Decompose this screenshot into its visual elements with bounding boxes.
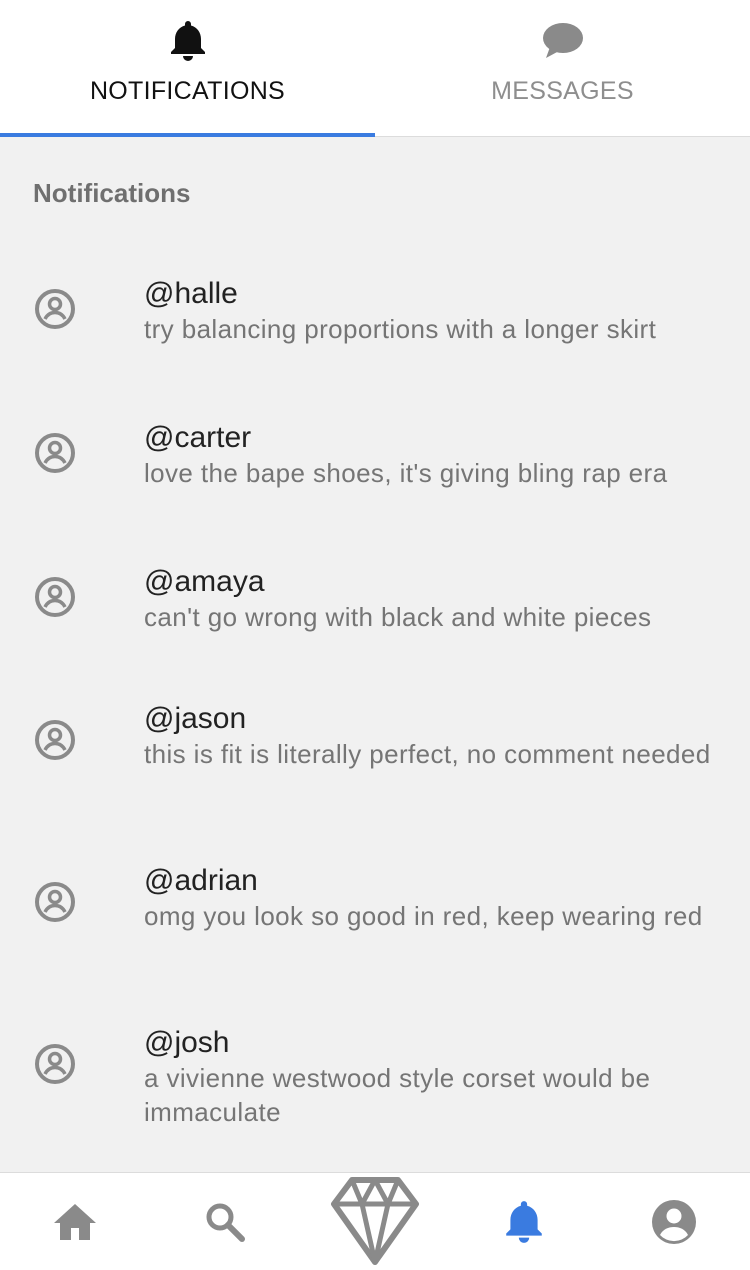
tab-notifications[interactable]: NOTIFICATIONS: [0, 0, 375, 137]
notification-text: @amaya can't go wrong with black and whi…: [144, 564, 729, 634]
user-avatar-icon: [35, 577, 75, 617]
tab-messages[interactable]: MESSAGES: [375, 0, 750, 136]
nav-home-button[interactable]: [45, 1173, 105, 1270]
nav-diamond-button[interactable]: [325, 1173, 425, 1270]
notification-handle: @adrian: [144, 864, 258, 897]
active-tab-indicator: [0, 133, 375, 137]
bell-icon: [506, 1201, 542, 1243]
top-tab-bar: NOTIFICATIONS MESSAGES: [0, 0, 750, 137]
user-avatar-icon: [35, 289, 75, 329]
notification-handle: @halle: [144, 277, 238, 310]
user-avatar-icon: [35, 1044, 75, 1084]
account-icon: [652, 1200, 696, 1244]
diamond-icon: [331, 1177, 419, 1265]
home-icon: [54, 1204, 96, 1240]
app-root: NOTIFICATIONS MESSAGES Notifications @ha: [0, 0, 750, 1270]
search-icon: [206, 1203, 245, 1242]
notification-message: try balancing proportions with a longer …: [144, 314, 657, 344]
tab-messages-label: MESSAGES: [491, 77, 634, 105]
notification-text: @jason this is fit is literally perfect,…: [144, 701, 729, 771]
section-title: Notifications: [33, 178, 191, 208]
notification-message: a vivienne westwood style corset would b…: [144, 1063, 651, 1127]
notification-text: @carter love the bape shoes, it's giving…: [144, 420, 729, 490]
notification-text: @adrian omg you look so good in red, kee…: [144, 863, 729, 933]
notification-text: @halle try balancing proportions with a …: [144, 276, 729, 346]
notification-handle: @carter: [144, 421, 252, 454]
notification-message: this is fit is literally perfect, no com…: [144, 739, 711, 769]
nav-profile-button[interactable]: [644, 1173, 704, 1270]
nav-search-button[interactable]: [195, 1173, 255, 1270]
user-avatar-icon: [35, 882, 75, 922]
notification-message: can't go wrong with black and white piec…: [144, 602, 652, 632]
notification-message: love the bape shoes, it's giving bling r…: [144, 458, 668, 488]
nav-notifications-button[interactable]: [494, 1173, 554, 1270]
user-avatar-icon: [35, 433, 75, 473]
notification-message: omg you look so good in red, keep wearin…: [144, 901, 703, 931]
notification-handle: @amaya: [144, 565, 265, 598]
bottom-nav: [0, 1172, 750, 1270]
notification-text: @josh a vivienne westwood style corset w…: [144, 1025, 729, 1129]
chat-bubble-icon: [542, 18, 584, 64]
bell-icon: [168, 18, 208, 64]
user-avatar-icon: [35, 720, 75, 760]
notification-handle: @jason: [144, 702, 247, 735]
tab-notifications-label: NOTIFICATIONS: [89, 77, 286, 105]
notification-handle: @josh: [144, 1026, 230, 1059]
